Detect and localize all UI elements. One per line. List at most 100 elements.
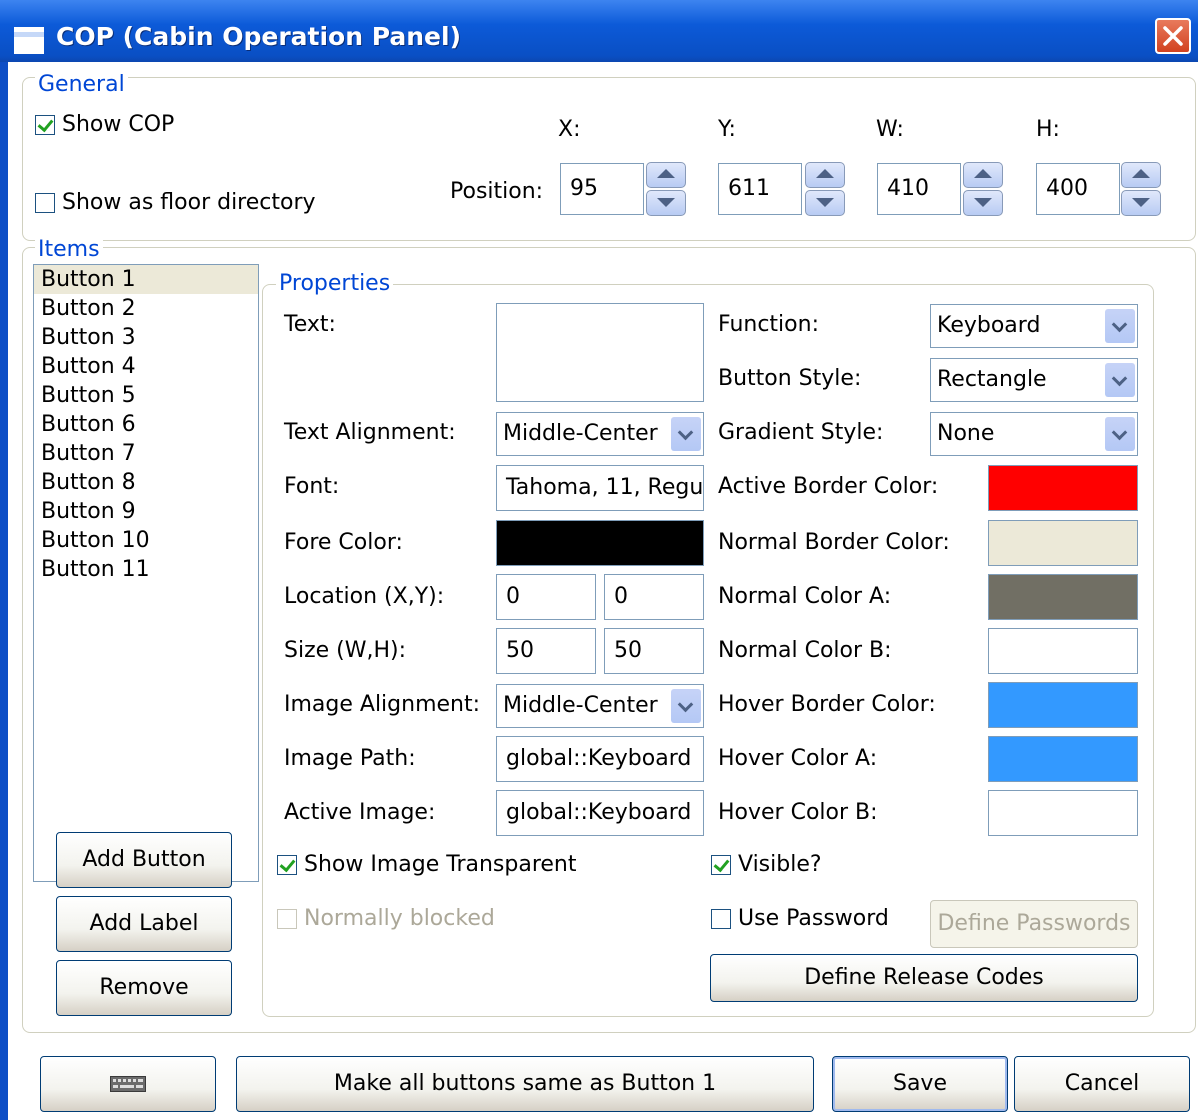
normal-color-b-swatch[interactable]	[988, 628, 1138, 674]
general-group	[22, 77, 1196, 241]
show-cop-label[interactable]: Show COP	[62, 112, 174, 137]
list-item[interactable]: Button 1	[34, 265, 258, 294]
show-cop-checkbox[interactable]	[35, 115, 55, 135]
chevron-down-icon[interactable]	[1105, 417, 1135, 451]
chevron-down-icon[interactable]	[1105, 309, 1135, 343]
gradient-style-value: None	[937, 421, 995, 446]
show-image-transparent-label[interactable]: Show Image Transparent	[304, 852, 577, 877]
text-label: Text:	[284, 312, 336, 337]
position-w-input[interactable]: 410	[877, 163, 961, 215]
button-style-label: Button Style:	[718, 366, 862, 391]
image-alignment-label: Image Alignment:	[284, 692, 481, 717]
show-floor-directory-label[interactable]: Show as floor directory	[62, 190, 316, 215]
window-title: COP (Cabin Operation Panel)	[56, 22, 462, 51]
position-w-spinner[interactable]	[963, 162, 1003, 216]
list-item[interactable]: Button 2	[34, 294, 258, 323]
image-path-input[interactable]: global::Keyboard	[496, 736, 704, 782]
gradient-style-select[interactable]: None	[930, 412, 1138, 456]
active-image-input[interactable]: global::Keyboard	[496, 790, 704, 836]
visible-label[interactable]: Visible?	[738, 852, 822, 877]
text-input[interactable]	[496, 303, 704, 402]
y-label: Y:	[718, 117, 736, 142]
size-label: Size (W,H):	[284, 638, 407, 663]
normally-blocked-checkbox[interactable]	[277, 909, 297, 929]
size-w-input[interactable]: 50	[496, 628, 596, 674]
define-release-codes-button[interactable]: Define Release Codes	[710, 954, 1138, 1002]
list-item[interactable]: Button 9	[34, 497, 258, 526]
save-button[interactable]: Save	[832, 1056, 1008, 1112]
fore-color-swatch[interactable]	[496, 520, 704, 566]
font-input[interactable]: Tahoma, 11, Regular	[496, 465, 704, 511]
list-item[interactable]: Button 3	[34, 323, 258, 352]
general-legend: General	[35, 72, 128, 97]
cancel-button[interactable]: Cancel	[1014, 1056, 1190, 1112]
position-x-input[interactable]: 95	[560, 163, 644, 215]
list-item[interactable]: Button 11	[34, 555, 258, 584]
image-alignment-value: Middle-Center	[503, 693, 658, 718]
remove-button[interactable]: Remove	[56, 960, 232, 1016]
h-label: H:	[1036, 117, 1060, 142]
spinner-down-icon[interactable]	[805, 190, 845, 216]
button-style-select[interactable]: Rectangle	[930, 358, 1138, 402]
properties-legend: Properties	[276, 271, 394, 296]
keyboard-button[interactable]	[40, 1056, 216, 1112]
chevron-down-icon[interactable]	[671, 689, 701, 723]
position-h-spinner[interactable]	[1121, 162, 1161, 216]
image-alignment-select[interactable]: Middle-Center	[496, 684, 704, 728]
position-x-spinner[interactable]	[646, 162, 686, 216]
hover-color-b-swatch[interactable]	[988, 790, 1138, 836]
spinner-down-icon[interactable]	[963, 190, 1003, 216]
list-item[interactable]: Button 6	[34, 410, 258, 439]
position-y-spinner[interactable]	[805, 162, 845, 216]
size-h-input[interactable]: 50	[604, 628, 704, 674]
normal-color-a-swatch[interactable]	[988, 574, 1138, 620]
close-button[interactable]	[1155, 18, 1191, 54]
items-legend: Items	[35, 237, 103, 262]
hover-border-color-swatch[interactable]	[988, 682, 1138, 728]
spinner-down-icon[interactable]	[646, 190, 686, 216]
show-image-transparent-checkbox[interactable]	[277, 855, 297, 875]
add-button-button[interactable]: Add Button	[56, 832, 232, 888]
show-floor-directory-checkbox[interactable]	[35, 193, 55, 213]
position-h-input[interactable]: 400	[1036, 163, 1120, 215]
add-label-button[interactable]: Add Label	[56, 896, 232, 952]
list-item[interactable]: Button 7	[34, 439, 258, 468]
list-item[interactable]: Button 10	[34, 526, 258, 555]
chevron-down-icon[interactable]	[1105, 363, 1135, 397]
normally-blocked-label[interactable]: Normally blocked	[304, 906, 495, 931]
hover-border-color-label: Hover Border Color:	[718, 692, 936, 717]
active-border-color-swatch[interactable]	[988, 465, 1138, 511]
normal-color-b-label: Normal Color B:	[718, 638, 892, 663]
define-passwords-button[interactable]: Define Passwords	[930, 900, 1138, 948]
hover-color-a-swatch[interactable]	[988, 736, 1138, 782]
function-label: Function:	[718, 312, 819, 337]
list-item[interactable]: Button 4	[34, 352, 258, 381]
window-icon	[14, 27, 44, 54]
fore-color-label: Fore Color:	[284, 530, 403, 555]
function-select[interactable]: Keyboard	[930, 304, 1138, 348]
make-all-same-button[interactable]: Make all buttons same as Button 1	[236, 1056, 814, 1112]
use-password-checkbox[interactable]	[711, 909, 731, 929]
items-list[interactable]: Button 1 Button 2 Button 3 Button 4 Butt…	[33, 264, 259, 882]
spinner-down-icon[interactable]	[1121, 190, 1161, 216]
location-x-input[interactable]: 0	[496, 574, 596, 620]
position-y-input[interactable]: 611	[718, 163, 802, 215]
text-alignment-select[interactable]: Middle-Center	[496, 412, 704, 456]
use-password-label[interactable]: Use Password	[738, 906, 889, 931]
spinner-up-icon[interactable]	[805, 162, 845, 188]
spinner-up-icon[interactable]	[963, 162, 1003, 188]
window: COP (Cabin Operation Panel) General Show…	[0, 0, 1198, 1120]
list-item[interactable]: Button 8	[34, 468, 258, 497]
visible-checkbox[interactable]	[711, 855, 731, 875]
title-bar[interactable]: COP (Cabin Operation Panel)	[0, 0, 1198, 62]
position-label: Position:	[450, 179, 544, 204]
list-item[interactable]: Button 5	[34, 381, 258, 410]
normal-border-color-swatch[interactable]	[988, 520, 1138, 566]
spinner-up-icon[interactable]	[646, 162, 686, 188]
function-value: Keyboard	[937, 313, 1041, 338]
spinner-up-icon[interactable]	[1121, 162, 1161, 188]
gradient-style-label: Gradient Style:	[718, 420, 884, 445]
text-alignment-label: Text Alignment:	[284, 420, 456, 445]
chevron-down-icon[interactable]	[671, 417, 701, 451]
location-y-input[interactable]: 0	[604, 574, 704, 620]
